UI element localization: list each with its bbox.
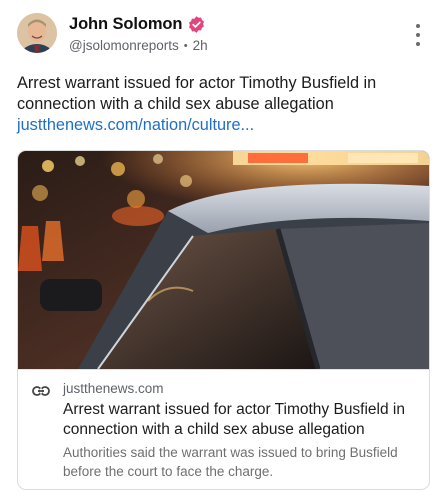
card-description: Authorities said the warrant was issued … [63,445,398,479]
author-handle[interactable]: @jsolomonreports [69,38,179,53]
card-body: justthenews.com Arrest warrant issued fo… [18,369,429,479]
post-meta: @jsolomonreports • 2h [69,38,208,53]
more-options-button[interactable] [410,24,426,46]
more-vertical-icon-dot [416,33,420,37]
author-block: John Solomon @jsolomonreports • 2h [69,13,208,54]
author-name[interactable]: John Solomon [69,15,182,34]
post-link[interactable]: justthenews.com/nation/culture... [17,115,254,136]
post-text: Arrest warrant issued for actor Timothy … [17,74,377,113]
verified-badge-icon [187,15,206,34]
more-vertical-icon-dot [416,24,420,28]
author-name-row: John Solomon [69,13,208,35]
more-vertical-icon-dot [416,42,420,46]
meta-separator: • [183,39,188,52]
author-avatar[interactable] [17,13,57,53]
link-icon [32,384,50,398]
card-title: Arrest warrant issued for actor Timothy … [63,401,405,438]
post-time: 2h [192,38,208,53]
social-post: John Solomon @jsolomonreports • 2h Arres… [0,0,447,500]
link-preview-card[interactable]: justthenews.com Arrest warrant issued fo… [17,150,430,490]
card-domain: justthenews.com [63,381,164,396]
card-image [18,151,429,369]
